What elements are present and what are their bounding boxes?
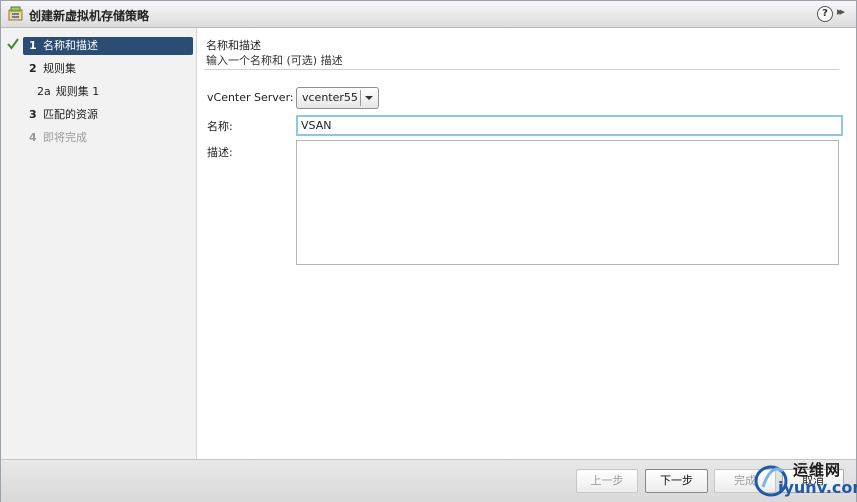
step-ready-to-complete: 4 即将完成	[23, 129, 193, 147]
step-label: 名称和描述	[43, 39, 98, 52]
step-label: 匹配的资源	[43, 108, 98, 121]
name-input[interactable]	[296, 115, 843, 136]
wizard-footer: 上一步 下一步 完成 取消	[1, 459, 856, 502]
step-label: 规则集 1	[55, 85, 100, 98]
wizard-steps-sidebar: 1 名称和描述 2 规则集 2a 规则集 1 3 匹配的资源 4 即将完成	[1, 28, 197, 459]
wizard-window: 创建新虚拟机存储策略 ? ▸▸ 1 名称和描述 2 规则集 2a 规则集 1 3 匹配的…	[0, 0, 857, 502]
step-rule-set-1[interactable]: 2a 规则集 1	[37, 83, 187, 101]
select-separator	[360, 90, 361, 106]
watermark-text-domain: iyunv.com	[778, 478, 857, 497]
storage-policy-icon	[8, 6, 23, 21]
page-title: 名称和描述	[206, 39, 261, 52]
step-number: 3	[29, 108, 37, 121]
step-label: 规则集	[43, 62, 76, 75]
name-label: 名称:	[207, 120, 233, 133]
chevron-down-icon[interactable]	[365, 96, 373, 100]
page-subtitle: 输入一个名称和 (可选) 描述	[206, 54, 343, 67]
vcenter-selected-value: vcenter55	[302, 91, 358, 104]
wizard-content: 名称和描述 输入一个名称和 (可选) 描述 vCenter Server: vc…	[204, 28, 844, 459]
step-number: 2	[29, 62, 37, 75]
window-title: 创建新虚拟机存储策略	[29, 9, 150, 23]
description-textarea[interactable]	[296, 140, 839, 265]
step-number: 1	[29, 39, 37, 52]
back-button[interactable]: 上一步	[576, 469, 638, 493]
step-rule-set[interactable]: 2 规则集	[23, 60, 193, 78]
help-button[interactable]: ?	[817, 6, 833, 22]
step-number: 4	[29, 131, 37, 144]
header-divider	[204, 69, 839, 70]
checkmark-icon	[7, 38, 19, 50]
vcenter-label: vCenter Server:	[207, 91, 294, 104]
step-matching-resources[interactable]: 3 匹配的资源	[23, 106, 193, 124]
next-button[interactable]: 下一步	[645, 469, 708, 493]
expand-icon[interactable]: ▸▸	[837, 5, 845, 18]
vcenter-select[interactable]: vcenter55	[296, 87, 379, 109]
step-name-and-description[interactable]: 1 名称和描述	[23, 37, 193, 55]
title-bar: 创建新虚拟机存储策略 ? ▸▸	[1, 1, 856, 28]
watermark-text-cn: 运维网	[793, 461, 842, 479]
step-number: 2a	[37, 85, 51, 98]
description-label: 描述:	[207, 146, 233, 159]
step-label: 即将完成	[43, 131, 87, 144]
